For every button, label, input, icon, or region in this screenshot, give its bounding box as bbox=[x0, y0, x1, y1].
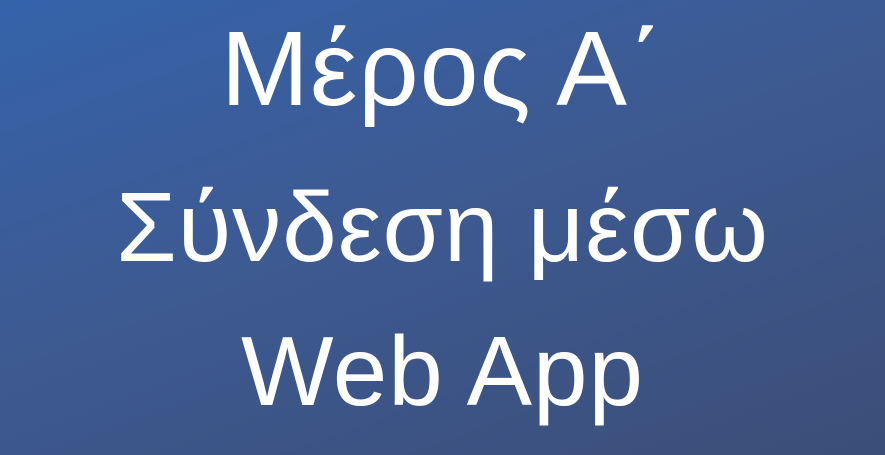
slide-subtitle-line-2: Web App bbox=[241, 316, 644, 426]
title-slide: Μέρος Α΄ Σύνδεση μέσω Web App bbox=[0, 0, 885, 455]
slide-subtitle-line-1: Σύνδεση μέσω bbox=[116, 172, 769, 282]
slide-title: Μέρος Α΄ bbox=[220, 10, 665, 128]
